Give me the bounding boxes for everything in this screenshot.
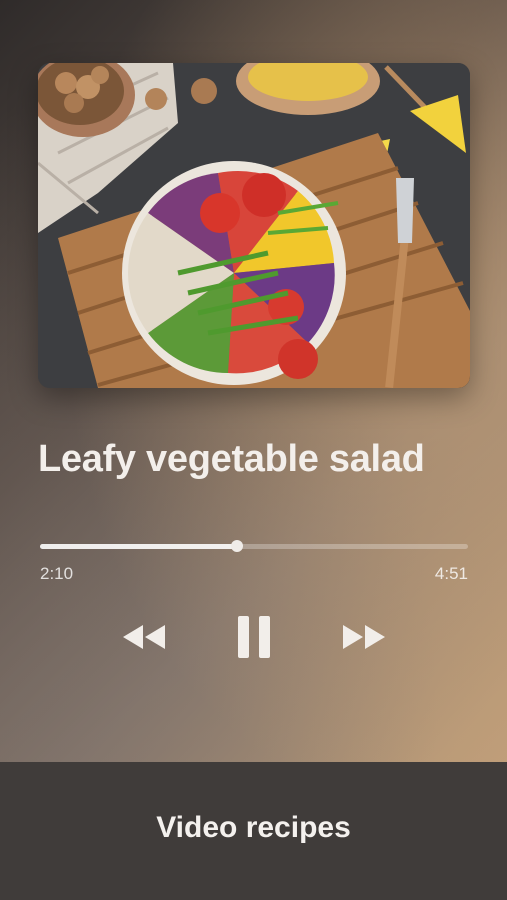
recipe-artwork (38, 63, 470, 388)
progress-fill (40, 544, 238, 549)
pause-button[interactable] (230, 613, 278, 661)
rewind-icon (121, 625, 167, 649)
recipe-title: Leafy vegetable salad (38, 438, 425, 480)
elapsed-time: 2:10 (40, 564, 74, 583)
bottom-bar: Video recipes (0, 762, 507, 900)
total-time: 4:51 (434, 564, 468, 583)
rewind-button[interactable] (118, 613, 170, 661)
progress-slider[interactable] (40, 540, 468, 552)
pause-icon (236, 616, 272, 658)
video-recipes-label[interactable]: Video recipes (156, 811, 351, 845)
fast-forward-button[interactable] (338, 613, 390, 661)
fast-forward-icon (341, 625, 387, 649)
